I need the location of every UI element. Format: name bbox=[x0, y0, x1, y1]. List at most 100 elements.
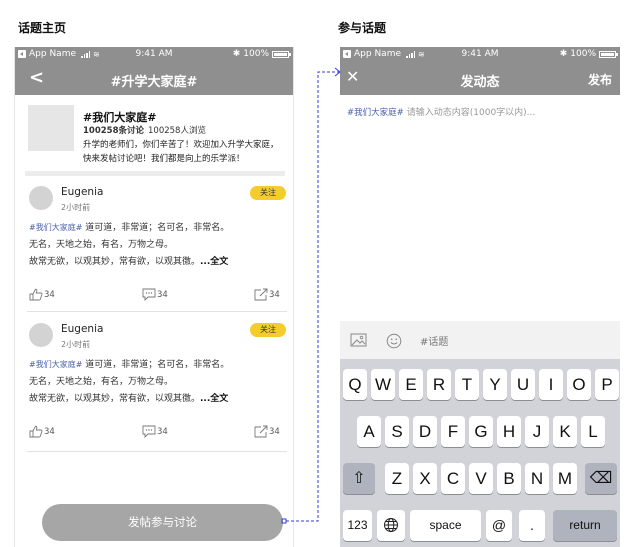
comment-button[interactable]: 34 bbox=[142, 425, 168, 438]
nav-bar: < #升学大家庭# bbox=[15, 62, 293, 95]
battery-icon bbox=[272, 50, 291, 58]
compose-toolbar: #话题 bbox=[340, 321, 620, 359]
topic-name: #我们大家庭# bbox=[83, 111, 157, 124]
emoji-icon[interactable] bbox=[386, 333, 402, 349]
post-card[interactable]: Eugenia 2小时前 关注 #我们大家庭# 道可道，非常道；名可名，非常名。… bbox=[27, 182, 289, 310]
status-bar: App Name ≋ 9:41 AM ✱ 100% bbox=[15, 47, 293, 62]
comment-bubble-icon bbox=[142, 288, 156, 301]
key-e[interactable]: E bbox=[399, 369, 423, 400]
topic-tag-button[interactable]: #话题 bbox=[420, 333, 448, 348]
follow-button[interactable]: 关注 bbox=[250, 323, 286, 337]
wifi-icon: ≋ bbox=[93, 49, 100, 59]
bluetooth-icon: ✱ bbox=[232, 49, 241, 59]
post-card[interactable]: Eugenia 2小时前 关注 #我们大家庭# 道可道，非常道；名可名，非常名。… bbox=[27, 319, 289, 447]
join-discussion-button[interactable]: 发帖参与讨论 bbox=[42, 504, 283, 541]
connector-line bbox=[286, 71, 340, 522]
battery-icon bbox=[599, 50, 618, 58]
carrier-label: App Name bbox=[354, 49, 401, 59]
key-j[interactable]: J bbox=[525, 416, 549, 447]
key-u[interactable]: U bbox=[511, 369, 535, 400]
key-y[interactable]: Y bbox=[483, 369, 507, 400]
comment-count: 34 bbox=[157, 289, 168, 300]
post-text-line: 道可道，非常道；名可名，非常名。 bbox=[85, 360, 230, 370]
globe-key[interactable] bbox=[377, 510, 405, 541]
key-x[interactable]: X bbox=[413, 463, 437, 494]
key-m[interactable]: M bbox=[553, 463, 577, 494]
avatar[interactable] bbox=[29, 186, 53, 210]
topic-stats: 100258条讨论 100258人浏览 bbox=[83, 124, 206, 136]
topic-header: #我们大家庭# 100258条讨论 100258人浏览 升学的老师们，你们辛苦了！… bbox=[28, 105, 288, 175]
key-g[interactable]: G bbox=[469, 416, 493, 447]
read-more-link[interactable]: ...全文 bbox=[200, 257, 228, 267]
post-author[interactable]: Eugenia bbox=[61, 323, 103, 335]
image-icon[interactable] bbox=[350, 333, 367, 347]
share-icon bbox=[254, 288, 268, 301]
key-h[interactable]: H bbox=[497, 416, 521, 447]
wifi-icon: ≋ bbox=[418, 49, 425, 59]
key-i[interactable]: I bbox=[539, 369, 563, 400]
share-button[interactable]: 34 bbox=[254, 288, 280, 301]
read-more-link[interactable]: ...全文 bbox=[200, 394, 228, 404]
section-title-join-topic: 参与话题 bbox=[338, 21, 387, 35]
key-b[interactable]: B bbox=[497, 463, 521, 494]
post-hashtag[interactable]: #我们大家庭# bbox=[29, 360, 82, 369]
status-bar: App Name ≋ 9:41 AM ✱ 100% bbox=[340, 47, 620, 62]
post-text-line: 无名，天地之始，有名，万物之母。 bbox=[29, 377, 174, 387]
key-l[interactable]: L bbox=[581, 416, 605, 447]
post-divider bbox=[27, 311, 287, 312]
space-key[interactable]: space bbox=[410, 510, 481, 541]
post-hashtag[interactable]: #我们大家庭# bbox=[29, 223, 82, 232]
key-s[interactable]: S bbox=[385, 416, 409, 447]
follow-button[interactable]: 关注 bbox=[250, 186, 286, 200]
delete-key[interactable]: ⌫ bbox=[585, 463, 617, 494]
like-button[interactable]: 34 bbox=[29, 425, 55, 438]
key-d[interactable]: D bbox=[413, 416, 437, 447]
topic-thumbnail bbox=[28, 105, 74, 151]
nav-bar: ✕ 发动态 发布 bbox=[340, 62, 620, 95]
key-f[interactable]: F bbox=[441, 416, 465, 447]
thumbs-up-icon bbox=[29, 288, 43, 301]
page-title: #升学大家庭# bbox=[110, 75, 198, 90]
post-actions: 34 34 34 bbox=[27, 425, 289, 441]
key-p[interactable]: P bbox=[595, 369, 619, 400]
compose-screen: App Name ≋ 9:41 AM ✱ 100% ✕ 发动态 发布 #我们大家… bbox=[340, 47, 620, 547]
share-button[interactable]: 34 bbox=[254, 425, 280, 438]
compose-input[interactable]: #我们大家庭# 请输入动态内容(1000字以内)... bbox=[347, 105, 535, 118]
return-key[interactable]: return bbox=[553, 510, 617, 541]
key-q[interactable]: Q bbox=[343, 369, 367, 400]
discussion-count: 100258条讨论 bbox=[83, 126, 144, 136]
key-v[interactable]: V bbox=[469, 463, 493, 494]
key-o[interactable]: O bbox=[567, 369, 591, 400]
comment-button[interactable]: 34 bbox=[142, 288, 168, 301]
page-title: 发动态 bbox=[460, 75, 500, 90]
back-to-app-icon bbox=[343, 50, 351, 58]
status-time: 9:41 AM bbox=[461, 49, 499, 59]
key-r[interactable]: R bbox=[427, 369, 451, 400]
at-key[interactable]: @ bbox=[486, 510, 512, 541]
shift-key[interactable]: ⇧ bbox=[343, 463, 375, 494]
period-key[interactable]: . bbox=[519, 510, 545, 541]
key-a[interactable]: A bbox=[357, 416, 381, 447]
post-author[interactable]: Eugenia bbox=[61, 186, 103, 198]
publish-button[interactable]: 发布 bbox=[588, 71, 612, 88]
avatar[interactable] bbox=[29, 323, 53, 347]
numbers-key[interactable]: 123 bbox=[343, 510, 372, 541]
key-t[interactable]: T bbox=[455, 369, 479, 400]
topic-home-screen: App Name ≋ 9:41 AM ✱ 100% < #升学大家庭# #我们大… bbox=[14, 47, 294, 547]
compose-placeholder: 请输入动态内容(1000字以内)... bbox=[406, 108, 536, 118]
topic-description: 升学的老师们，你们辛苦了！欢迎加入升学大家庭，快来发帖讨论吧！我们都是向上的乐学… bbox=[83, 140, 279, 164]
signal-icon bbox=[81, 50, 90, 58]
key-n[interactable]: N bbox=[525, 463, 549, 494]
like-count: 34 bbox=[44, 426, 55, 437]
post-text-line: 无名，天地之始，有名，万物之母。 bbox=[29, 240, 174, 250]
key-z[interactable]: Z bbox=[385, 463, 409, 494]
bluetooth-icon: ✱ bbox=[559, 49, 568, 59]
key-c[interactable]: C bbox=[441, 463, 465, 494]
key-w[interactable]: W bbox=[371, 369, 395, 400]
like-button[interactable]: 34 bbox=[29, 288, 55, 301]
carrier-label: App Name bbox=[29, 49, 76, 59]
signal-icon bbox=[406, 50, 415, 58]
battery-percent: 100% bbox=[243, 49, 269, 59]
section-title-topic-home: 话题主页 bbox=[18, 21, 67, 35]
key-k[interactable]: K bbox=[553, 416, 577, 447]
